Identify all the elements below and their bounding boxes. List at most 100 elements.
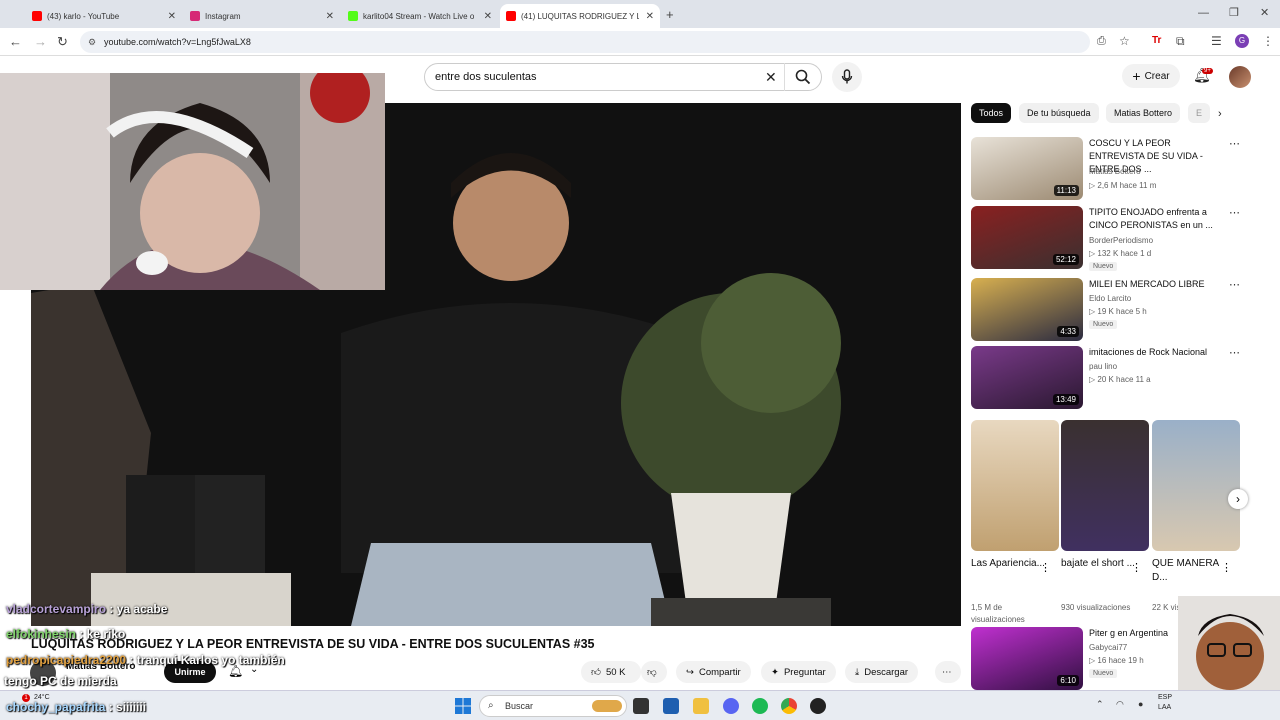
chip-more[interactable]: E: [1188, 103, 1211, 123]
duration-badge: 4:33: [1057, 326, 1079, 337]
account-avatar[interactable]: [1229, 66, 1251, 88]
forward-icon[interactable]: →: [34, 34, 47, 49]
minimize-button[interactable]: —: [1198, 7, 1209, 19]
site-info-icon[interactable]: ⚙: [88, 37, 96, 48]
app-icon[interactable]: [663, 698, 679, 714]
sparkle-icon: ✦: [771, 666, 779, 678]
chip-de-tu-busqueda[interactable]: De tu búsqueda: [1019, 103, 1099, 123]
share-icon: ↪: [686, 666, 694, 678]
video-stats: ▷ 20 K hace 11 a: [1089, 375, 1151, 384]
more-actions-button[interactable]: ⋯: [935, 661, 961, 683]
thumbs-down-icon: 👎︎: [647, 667, 657, 678]
dislike-button[interactable]: 👎︎: [641, 661, 667, 683]
maximize-button[interactable]: ❐: [1229, 6, 1239, 19]
short-title[interactable]: QUE MANERA D...: [1152, 557, 1232, 585]
wifi-icon[interactable]: ◠: [1116, 699, 1124, 710]
close-icon[interactable]: ✕: [326, 11, 334, 22]
short-views: 930 visualizaciones: [1061, 603, 1131, 612]
recommendation-item[interactable]: 11:13 COSCU Y LA PEOR ENTREVISTA DE SU V…: [971, 137, 1271, 201]
close-icon[interactable]: ✕: [168, 11, 176, 22]
close-icon[interactable]: ✕: [484, 11, 492, 22]
channel-name: Gabycai77: [1089, 643, 1128, 652]
chip-matias-bottero[interactable]: Matias Bottero: [1106, 103, 1181, 123]
more-options-icon[interactable]: ⋮: [1040, 561, 1051, 574]
tab-kick-stream[interactable]: karlito04 Stream - Watch Live o ✕: [342, 4, 498, 28]
ask-button[interactable]: ✦ Preguntar: [761, 661, 836, 683]
chips-next-icon[interactable]: ›: [1218, 108, 1222, 120]
shorts-next-button[interactable]: ›: [1228, 489, 1248, 509]
video-stats: ▷ 19 K hace 5 h: [1089, 307, 1147, 316]
search-input[interactable]: entre dos suculentas ✕: [424, 63, 822, 91]
more-options-icon[interactable]: ⋯: [1229, 206, 1240, 219]
chip-label: Matias Bottero: [1114, 108, 1173, 118]
close-icon[interactable]: ✕: [646, 11, 654, 22]
tab-label: (43) karlo - YouTube: [47, 11, 120, 21]
tray-chevron-icon[interactable]: ⌃: [1096, 699, 1104, 710]
recommendation-item[interactable]: 4:33 MILEI EN MERCADO LIBRE Eldo Larcito…: [971, 278, 1271, 342]
recommendation-item[interactable]: 13:49 imitaciones de Rock Nacional pau l…: [971, 346, 1271, 410]
like-count: 50 K: [605, 666, 626, 678]
new-badge: Nuevo: [1089, 320, 1118, 329]
share-label: Compartir: [698, 666, 741, 678]
new-tab-button[interactable]: +: [666, 7, 674, 22]
keyboard-layout-indicator[interactable]: LAA: [1158, 704, 1171, 711]
close-window-button[interactable]: ✕: [1260, 6, 1269, 19]
more-options-icon[interactable]: ⋯: [1229, 346, 1240, 359]
search-button[interactable]: [784, 63, 822, 91]
extension-icon[interactable]: Tr: [1152, 35, 1161, 46]
extensions-puzzle-icon[interactable]: ⧉: [1176, 34, 1185, 49]
discord-icon[interactable]: [723, 698, 739, 714]
tab-instagram[interactable]: Instagram ✕: [184, 4, 340, 28]
reload-icon[interactable]: ↻: [57, 34, 68, 50]
tab-karlo-youtube[interactable]: (43) karlo - YouTube ✕: [26, 4, 182, 28]
more-options-icon[interactable]: ⋯: [1229, 278, 1240, 291]
chat-text: : siiiiiii: [105, 700, 147, 714]
recommendation-item[interactable]: 52:12 TIPITO ENOJADO enfrenta a CINCO PE…: [971, 206, 1271, 271]
windows-start-icon[interactable]: [455, 698, 471, 714]
search-highlight-image: [592, 700, 622, 712]
url-field[interactable]: youtube.com/watch?v=Lng5fJwaLX8: [80, 31, 1090, 53]
duration-badge: 52:12: [1052, 254, 1079, 265]
channel-name: Eldo Larcito: [1089, 294, 1132, 303]
clear-search-icon[interactable]: ✕: [765, 69, 777, 86]
bookmark-star-icon[interactable]: ☆: [1119, 34, 1130, 48]
short-thumbnail[interactable]: [1061, 420, 1149, 551]
chat-message: elfokinhesin : ke riko: [6, 627, 125, 641]
browser-menu-icon[interactable]: ⋮: [1262, 34, 1274, 48]
microphone-icon[interactable]: ●: [1138, 699, 1143, 709]
language-indicator[interactable]: ESP: [1158, 694, 1172, 701]
chat-text: : tranqui Karlos yo también: [126, 653, 285, 667]
video-title: MILEI EN MERCADO LIBRE: [1089, 279, 1205, 289]
share-button[interactable]: ↪ Compartir: [676, 661, 751, 683]
spotify-icon[interactable]: [752, 698, 768, 714]
taskbar-search[interactable]: ⌕ Buscar: [479, 695, 627, 717]
chrome-icon[interactable]: [781, 698, 797, 714]
back-icon[interactable]: ←: [9, 34, 22, 49]
short-title[interactable]: bajate el short ...: [1061, 557, 1141, 571]
search-query-text: entre dos suculentas: [435, 71, 537, 83]
short-title[interactable]: Las Apariencia...: [971, 557, 1051, 571]
create-label: Crear: [1144, 70, 1170, 82]
more-options-icon[interactable]: ⋮: [1131, 561, 1142, 574]
file-explorer-icon[interactable]: [693, 698, 709, 714]
obs-icon[interactable]: [810, 698, 826, 714]
notifications-badge: 9+: [1202, 68, 1213, 74]
search-icon: [795, 69, 811, 85]
create-button[interactable]: + Crear: [1122, 64, 1180, 88]
more-options-icon[interactable]: ⋯: [1229, 137, 1240, 150]
short-thumbnail[interactable]: [971, 420, 1059, 551]
voice-search-button[interactable]: [832, 62, 862, 92]
thumbnail: 4:33: [971, 278, 1083, 341]
profile-avatar[interactable]: G: [1235, 34, 1249, 48]
tab-luquitas-video[interactable]: (41) LUQUITAS RODRIGUEZ Y L ✕: [500, 4, 660, 28]
short-thumbnail[interactable]: [1152, 420, 1240, 551]
chip-todos[interactable]: Todos: [971, 103, 1012, 123]
reading-list-icon[interactable]: ☰: [1211, 34, 1222, 48]
download-button[interactable]: ⤓ Descargar: [845, 661, 919, 683]
more-options-icon[interactable]: ⋮: [1221, 561, 1232, 574]
task-view-icon[interactable]: [633, 698, 649, 714]
install-app-icon[interactable]: ⎙: [1097, 35, 1106, 48]
video-stats: ▷ 132 K hace 1 d: [1089, 249, 1152, 258]
video-stats: ▷ 2,6 M hace 11 m: [1089, 181, 1157, 190]
like-button[interactable]: 👍︎ 50 K: [581, 661, 641, 683]
